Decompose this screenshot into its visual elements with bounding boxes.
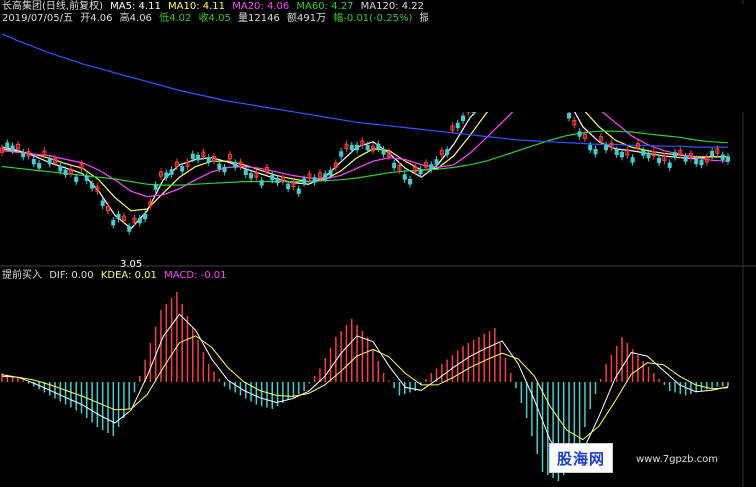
candle-body bbox=[726, 156, 730, 162]
candle-body bbox=[323, 173, 328, 179]
candle-body bbox=[111, 220, 116, 226]
candle-body bbox=[143, 213, 148, 220]
candle-body bbox=[349, 144, 354, 151]
candle-body bbox=[100, 200, 105, 206]
candle-body bbox=[169, 169, 174, 175]
candle-body bbox=[657, 157, 662, 164]
candle-body bbox=[90, 183, 95, 189]
candle-body bbox=[275, 177, 280, 184]
candle-body bbox=[180, 166, 185, 172]
candle-body bbox=[31, 158, 36, 165]
candle-body bbox=[233, 162, 238, 168]
candle-body bbox=[376, 143, 381, 150]
candle-body bbox=[137, 217, 142, 224]
candle-body bbox=[429, 164, 434, 170]
candle-body bbox=[455, 122, 460, 129]
candle-body bbox=[381, 149, 386, 155]
candle-body bbox=[58, 166, 63, 172]
candle-body bbox=[667, 162, 672, 168]
candle-body bbox=[577, 131, 582, 137]
candle-body bbox=[402, 174, 407, 180]
dif-label: DIF: 0.00 bbox=[49, 270, 94, 281]
candle-body bbox=[74, 176, 79, 183]
candle-body bbox=[699, 159, 704, 166]
candle-body bbox=[116, 213, 121, 220]
candle-body bbox=[196, 154, 201, 161]
candle-body bbox=[296, 188, 301, 194]
candle-body bbox=[164, 172, 169, 178]
candle-body bbox=[21, 151, 26, 158]
candle-body bbox=[190, 153, 195, 160]
candle-body bbox=[445, 149, 450, 155]
candle-body bbox=[286, 183, 291, 190]
candle-body bbox=[47, 158, 52, 165]
candle-body bbox=[720, 154, 725, 160]
candle-body bbox=[408, 179, 413, 185]
candle-body bbox=[434, 159, 439, 165]
candle-body bbox=[593, 148, 598, 155]
dea-label: KDEA: 0.01 bbox=[100, 270, 157, 281]
candle-body bbox=[312, 177, 317, 183]
candle-body bbox=[365, 144, 370, 151]
candle-body bbox=[63, 169, 68, 175]
watermark-url: www.7gpzb.com bbox=[636, 454, 718, 465]
candle-body bbox=[259, 180, 264, 186]
candle-body bbox=[84, 175, 89, 181]
candle-body bbox=[641, 150, 646, 156]
candle-body bbox=[339, 151, 344, 157]
candle-body bbox=[10, 145, 15, 151]
indicator-name: 提前买入 bbox=[2, 270, 42, 281]
candle-body bbox=[683, 156, 688, 162]
candle-body bbox=[673, 152, 678, 158]
watermark-logo: 股海网 bbox=[549, 443, 613, 473]
candle-body bbox=[567, 112, 572, 119]
candle-body bbox=[694, 158, 699, 165]
candle-body bbox=[153, 184, 158, 190]
redacted-area bbox=[428, 4, 756, 112]
candle-body bbox=[630, 157, 635, 163]
candle-body bbox=[604, 144, 609, 151]
candle-body bbox=[249, 173, 254, 179]
candle-body bbox=[392, 162, 397, 169]
macd-label: MACD: -0.01 bbox=[164, 270, 227, 281]
candle-body bbox=[270, 174, 275, 181]
dea-line bbox=[1, 335, 729, 441]
candle-body bbox=[37, 163, 42, 169]
candle-body bbox=[620, 151, 625, 158]
redacted-area bbox=[180, 222, 572, 262]
candle-body bbox=[206, 157, 211, 163]
candle-body bbox=[217, 163, 222, 170]
candle-body bbox=[328, 170, 333, 176]
macd-header: 提前买入 DIF: 0.00 KDEA: 0.01 MACD: -0.01 bbox=[2, 270, 230, 282]
candle-body bbox=[5, 142, 10, 148]
candle-body bbox=[710, 151, 715, 157]
candle-body bbox=[302, 178, 307, 184]
candle-body bbox=[614, 149, 619, 155]
candle-body bbox=[461, 115, 466, 122]
candle-body bbox=[588, 144, 593, 151]
dif-line bbox=[1, 313, 729, 460]
candle-body bbox=[418, 168, 423, 175]
candle-body bbox=[355, 144, 360, 151]
candle-body bbox=[127, 226, 132, 232]
candle-body bbox=[243, 169, 248, 175]
candle-body bbox=[222, 166, 227, 173]
candle-body bbox=[646, 152, 651, 159]
